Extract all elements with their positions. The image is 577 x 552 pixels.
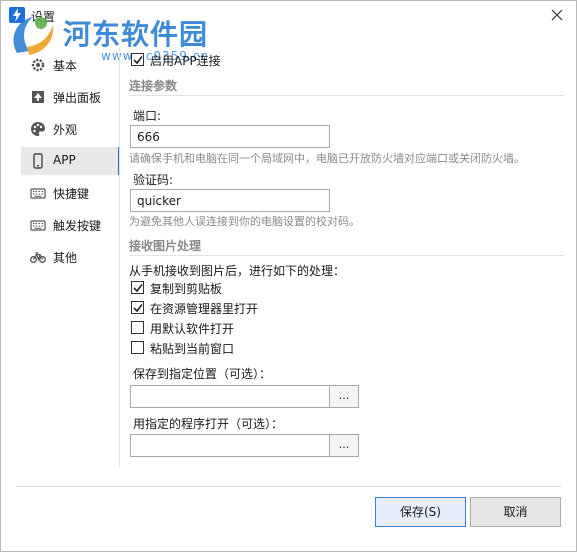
save-location-browse-button[interactable]: ... — [329, 385, 359, 408]
sidebar-item-basic[interactable]: 基本 — [21, 51, 120, 79]
keyboard-icon — [30, 188, 46, 199]
checkbox-box[interactable] — [131, 281, 144, 294]
phone-icon — [33, 153, 43, 169]
sidebar-item-label: APP — [53, 153, 76, 167]
save-location-input[interactable] — [130, 385, 330, 408]
sidebar-item-label: 触发按键 — [53, 219, 102, 233]
sidebar-item-label: 其他 — [53, 251, 78, 265]
open-with-browse-button[interactable]: ... — [329, 434, 359, 457]
checkmark-icon — [133, 304, 143, 313]
section-divider — [129, 95, 565, 96]
sidebar-item-appearance[interactable]: 外观 — [21, 115, 120, 143]
sidebar-item-label: 快捷键 — [53, 187, 90, 201]
close-icon — [551, 9, 563, 21]
sidebar-item-popup-panel[interactable]: 弹出面板 — [21, 83, 120, 111]
gear-icon — [31, 58, 45, 72]
open-with-input[interactable] — [130, 434, 330, 457]
port-input[interactable]: 666 — [130, 125, 330, 148]
checkbox-label: 启用APP连接 — [150, 54, 221, 68]
verification-code-input[interactable]: quicker — [130, 189, 330, 212]
section-title-connection: 连接参数 — [129, 79, 178, 93]
image-processing-description: 从手机接收到图片后，进行如下的处理： — [129, 264, 346, 278]
section-divider — [129, 255, 565, 256]
checkmark-icon — [133, 56, 143, 65]
popup-panel-icon — [32, 91, 44, 103]
checkbox-box[interactable] — [131, 321, 144, 334]
sidebar-item-shortcuts[interactable]: 快捷键 — [21, 179, 120, 207]
sidebar: 基本 弹出面板 外观 APP 快捷键 触发按键 其他 — [1, 47, 120, 467]
settings-window: 设置 河东软件园 www.pc0359.cn 基本 弹出面板 外观 APP 快捷… — [0, 0, 577, 552]
paste-to-current-window-checkbox[interactable]: 粘贴到当前窗口 — [131, 339, 331, 357]
checkbox-box[interactable] — [131, 301, 144, 314]
checkmark-icon — [133, 284, 143, 293]
app-settings-panel: 启用APP连接 连接参数 端口: 666 请确保手机和电脑在同一个局域网中，电脑… — [120, 47, 575, 477]
sidebar-item-label: 基本 — [53, 59, 78, 73]
copy-to-clipboard-checkbox[interactable]: 复制到剪贴板 — [131, 279, 331, 297]
checkbox-box[interactable] — [131, 341, 144, 354]
enable-app-connection-checkbox[interactable]: 启用APP连接 — [131, 51, 331, 69]
checkbox-label: 用默认软件打开 — [150, 322, 235, 336]
checkbox-label: 在资源管理器里打开 — [150, 302, 259, 316]
sidebar-item-label: 外观 — [53, 123, 78, 137]
close-button[interactable] — [546, 5, 568, 25]
keyboard-icon — [30, 220, 46, 231]
checkbox-label: 复制到剪贴板 — [150, 282, 223, 296]
sidebar-item-other[interactable]: 其他 — [21, 243, 120, 271]
section-title-image-processing: 接收图片处理 — [129, 239, 202, 253]
sidebar-item-trigger-keys[interactable]: 触发按键 — [21, 211, 120, 239]
open-with-default-app-checkbox[interactable]: 用默认软件打开 — [131, 319, 331, 337]
save-location-label: 保存到指定位置（可选）： — [133, 367, 272, 381]
checkbox-box[interactable] — [131, 53, 144, 66]
code-hint: 为避免其他人误连接到你的电脑设置的校对码。 — [129, 215, 360, 228]
palette-icon — [31, 122, 45, 136]
bicycle-icon — [30, 252, 46, 263]
port-label: 端口: — [133, 109, 162, 123]
checkbox-label: 粘贴到当前窗口 — [150, 342, 235, 356]
port-hint: 请确保手机和电脑在同一个局域网中，电脑已开放防火墙对应端口或关闭防火墙。 — [129, 152, 525, 165]
sidebar-item-label: 弹出面板 — [53, 91, 102, 105]
open-with-label: 用指定的程序打开（可选）： — [133, 417, 284, 431]
footer-divider — [16, 486, 561, 487]
open-in-explorer-checkbox[interactable]: 在资源管理器里打开 — [131, 299, 331, 317]
code-label: 验证码: — [133, 173, 174, 187]
save-button[interactable]: 保存(S) — [375, 497, 466, 527]
sidebar-item-app[interactable]: APP — [21, 147, 120, 175]
cancel-button[interactable]: 取消 — [470, 497, 561, 527]
